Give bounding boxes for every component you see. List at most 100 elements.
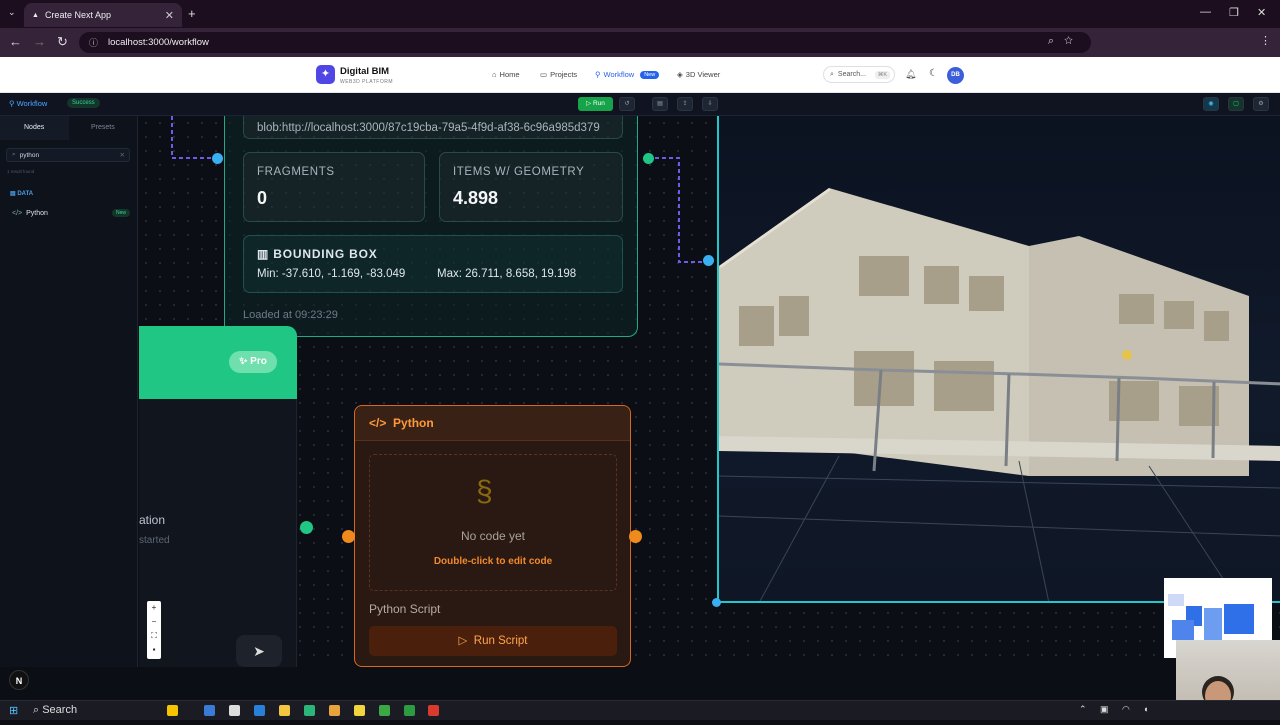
- tab-presets[interactable]: Presets: [69, 116, 138, 140]
- eye-icon[interactable]: ◉: [1203, 97, 1219, 111]
- map-icon: ▥: [257, 247, 270, 261]
- sparkle-icon: ✨︎: [239, 356, 248, 367]
- reset-icon[interactable]: ↺: [619, 97, 635, 111]
- save-icon[interactable]: ▤: [652, 97, 668, 111]
- windows-start-icon[interactable]: ⊞: [9, 704, 18, 717]
- settings-icon[interactable]: ⚙: [1253, 97, 1269, 111]
- node-library-sidebar: Nodes Presets ⌕ python ✕ 1 result found …: [0, 116, 138, 667]
- result-count: 1 result found: [7, 169, 35, 174]
- python-node[interactable]: </> Python § No code yet Double-click to…: [354, 405, 631, 667]
- nav-projects[interactable]: ▭ Projects: [540, 70, 577, 79]
- nav-label: Projects: [550, 70, 578, 79]
- nav-home[interactable]: ⌂ Home: [492, 70, 520, 79]
- assistant-node[interactable]: ation started ➤: [139, 399, 297, 667]
- connection-handle[interactable]: [629, 530, 642, 543]
- connection-handle[interactable]: [342, 530, 355, 543]
- node-item-python[interactable]: </> Python New: [6, 206, 130, 220]
- pro-badge-label: Pro: [250, 356, 267, 367]
- code-editor-placeholder[interactable]: § No code yet Double-click to edit code: [369, 454, 617, 591]
- workflow-canvas[interactable]: blob:http://localhost:3000/87c19cba-79a5…: [139, 116, 1280, 667]
- panel-icon[interactable]: ▢: [1228, 97, 1244, 111]
- sticky-notes-icon[interactable]: [354, 705, 365, 716]
- clear-search-icon[interactable]: ✕: [120, 151, 125, 159]
- chrome-icon[interactable]: [379, 705, 390, 716]
- copilot-icon[interactable]: [167, 705, 178, 716]
- run-script-label: Run Script: [473, 635, 528, 647]
- nav-label: 3D Viewer: [685, 70, 721, 79]
- pro-badge: ✨︎ Pro: [229, 351, 277, 373]
- back-icon[interactable]: ←: [9, 34, 22, 49]
- category-data[interactable]: ▤ DATA: [10, 190, 33, 197]
- run-script-button[interactable]: ▷ Run Script: [369, 626, 617, 656]
- minimize-icon[interactable]: —: [1200, 6, 1211, 18]
- maximize-icon[interactable]: ❐: [1229, 6, 1239, 19]
- zoom-out-icon[interactable]: −: [147, 615, 161, 629]
- logo-icon[interactable]: ✦: [316, 65, 335, 84]
- site-info-icon[interactable]: ⓘ: [89, 36, 98, 49]
- pro-node-header[interactable]: ✨︎ Pro: [139, 326, 297, 399]
- volume-icon[interactable]: ◖: [1143, 704, 1148, 714]
- zoom-bookmark-icons[interactable]: ⌕☆: [1048, 35, 1083, 48]
- nextjs-dev-indicator[interactable]: N: [9, 670, 29, 690]
- browser-tab[interactable]: ▲ Create Next App ✕: [24, 3, 182, 27]
- taskbar-app-icon[interactable]: [428, 705, 439, 716]
- bbox-title: ▥ BOUNDING BOX: [257, 247, 378, 261]
- upload-icon[interactable]: ⇪: [677, 97, 693, 111]
- tray-icon[interactable]: ▣: [1100, 704, 1109, 715]
- play-icon: ▷: [458, 635, 468, 647]
- connection-handle[interactable]: [712, 598, 721, 607]
- status-badge: Success: [67, 98, 100, 108]
- nav-label: Home: [499, 70, 520, 79]
- folder-icon: ▭: [540, 70, 548, 79]
- browser-menu-icon[interactable]: ⋮: [1260, 34, 1271, 47]
- connection-handle[interactable]: [300, 521, 313, 534]
- os-taskbar: ⊞ ⌕ Search ⌃ ▣ ◠ ◖: [0, 700, 1280, 720]
- vscode-icon[interactable]: [254, 705, 265, 716]
- taskbar-app-icon[interactable]: [404, 705, 415, 716]
- reload-icon[interactable]: ↻: [57, 34, 68, 50]
- nav-workflow[interactable]: ⚲ Workflow New: [595, 70, 660, 79]
- connection-handle[interactable]: [212, 153, 223, 164]
- close-tab-icon[interactable]: ✕: [165, 9, 174, 22]
- new-tab-button[interactable]: +: [188, 6, 196, 21]
- url-text: localhost:3000/workflow: [108, 37, 209, 48]
- ifc-loader-node[interactable]: blob:http://localhost:3000/87c19cba-79a5…: [224, 116, 638, 337]
- taskbar-search[interactable]: ⌕ Search: [33, 704, 77, 717]
- taskbar-app-icon[interactable]: [204, 705, 215, 716]
- brand-name: Digital BIM: [340, 66, 390, 77]
- chrome-icon[interactable]: [329, 705, 340, 716]
- download-icon[interactable]: ⇩: [702, 97, 718, 111]
- tab-nodes[interactable]: Nodes: [0, 116, 69, 140]
- lock-icon[interactable]: ▪: [147, 643, 161, 657]
- 3d-viewer-panel[interactable]: [717, 116, 1280, 603]
- wifi-icon[interactable]: ◠: [1122, 704, 1130, 715]
- global-search[interactable]: ⌕ Search... ⌘K: [823, 66, 895, 83]
- file-explorer-icon[interactable]: [279, 705, 290, 716]
- python-node-header: </> Python: [355, 406, 630, 441]
- close-window-icon[interactable]: ✕: [1257, 6, 1266, 19]
- run-label: Run: [592, 100, 605, 107]
- search-shortcut: ⌘K: [874, 70, 890, 79]
- connection-handle[interactable]: [703, 255, 714, 266]
- zoom-in-icon[interactable]: +: [147, 601, 161, 615]
- send-icon[interactable]: ➤: [236, 635, 282, 667]
- run-button[interactable]: ▷ Run: [578, 97, 613, 111]
- address-bar[interactable]: ⓘ localhost:3000/workflow ⌕☆: [79, 32, 1091, 53]
- python-title-text: Python: [393, 416, 434, 430]
- python-snake-icon: §: [476, 475, 493, 508]
- theme-toggle-moon-icon[interactable]: ☾: [929, 68, 938, 79]
- tab-list-icon[interactable]: ⌄: [8, 7, 16, 18]
- connection-handle[interactable]: [643, 153, 654, 164]
- nav-3d-viewer[interactable]: ◈ 3D Viewer: [677, 70, 720, 79]
- forward-icon[interactable]: →: [33, 34, 46, 49]
- user-avatar[interactable]: DB: [947, 67, 964, 84]
- code-icon: </>: [12, 209, 23, 217]
- bell-icon[interactable]: 🔔︎: [905, 69, 916, 80]
- fit-view-icon[interactable]: ⛶: [147, 629, 161, 643]
- fragments-value: 0: [257, 188, 268, 208]
- taskbar-app-icon[interactable]: [229, 705, 240, 716]
- edge-icon[interactable]: [304, 705, 315, 716]
- python-script-label: Python Script: [369, 602, 441, 616]
- tray-chevron-icon[interactable]: ⌃: [1079, 704, 1087, 715]
- node-search-input[interactable]: ⌕ python ✕: [6, 148, 130, 162]
